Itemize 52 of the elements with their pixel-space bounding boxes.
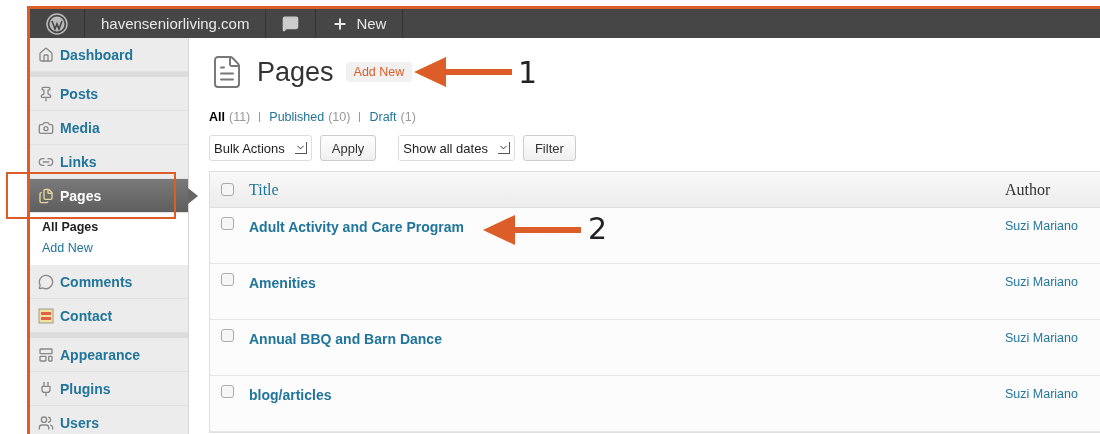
filter-button[interactable]: Filter [522, 135, 576, 161]
author-link[interactable]: Suzi Mariano [1005, 273, 1100, 289]
site-name[interactable]: havenseniorliving.com [101, 15, 250, 32]
row-checkbox[interactable] [221, 329, 234, 342]
author-link[interactable]: Suzi Mariano [1005, 329, 1100, 345]
author-link[interactable]: Suzi Mariano [1005, 217, 1100, 233]
menu-item[interactable]: Contact [30, 299, 188, 333]
column-header[interactable]: Title [249, 180, 1005, 199]
speech-bubble-icon [38, 273, 54, 290]
column-header[interactable]: Author [1005, 180, 1100, 199]
view-filter-link[interactable]: Published (10) [269, 110, 351, 124]
pin-icon [38, 85, 54, 102]
callout-number: 2 [588, 214, 608, 244]
camera-icon [38, 119, 54, 136]
row-checkbox[interactable] [221, 385, 234, 398]
users-icon [38, 414, 54, 431]
page-title-link[interactable]: Annual BBQ and Barn Dance [249, 329, 442, 347]
house-icon [38, 46, 54, 63]
menu-item[interactable]: Pages [30, 179, 188, 213]
submenu-item[interactable]: All Pages [30, 217, 188, 238]
new-menu-label[interactable]: New [356, 15, 387, 32]
layout-icon [38, 346, 54, 363]
menu-item[interactable]: Plugins [30, 372, 188, 406]
menu-item[interactable]: Appearance [30, 338, 188, 372]
bulk-actions-dropdown[interactable]: Bulk Actions [209, 135, 312, 161]
form-icon [38, 307, 54, 324]
speech-bubble-icon[interactable] [282, 15, 300, 32]
menu-item[interactable]: Dashboard [30, 38, 188, 72]
menu-item[interactable]: Comments [30, 265, 188, 299]
callout-number: 1 [518, 58, 538, 88]
page-title-link[interactable]: blog/articles [249, 385, 332, 403]
page-title-link[interactable]: Amenities [249, 273, 316, 291]
row-checkbox[interactable] [221, 217, 234, 230]
menu-item[interactable]: Users [30, 406, 188, 434]
menu-item[interactable]: Posts [30, 77, 188, 111]
select-all-checkbox[interactable] [221, 183, 234, 196]
apply-button[interactable]: Apply [319, 135, 377, 161]
pages-icon [38, 187, 54, 204]
dropdown-arrow-icon [497, 142, 510, 154]
author-link[interactable]: Suzi Mariano [1005, 385, 1100, 401]
view-filter-link[interactable]: Draft (1) [369, 110, 416, 124]
plug-icon [38, 380, 54, 397]
dropdown-arrow-icon [294, 142, 307, 154]
row-checkbox[interactable] [221, 273, 234, 286]
page-title-link[interactable]: Adult Activity and Care Program [249, 217, 464, 235]
menu-item[interactable]: Media [30, 111, 188, 145]
view-filter-link[interactable]: All (11) [209, 110, 251, 124]
logo-icon[interactable] [46, 12, 68, 35]
submenu-item[interactable]: Add New [30, 238, 188, 259]
page-title: Pages [257, 56, 334, 88]
add-new-button[interactable]: Add New [345, 62, 413, 82]
date-filter-dropdown[interactable]: Show all dates [398, 135, 515, 161]
